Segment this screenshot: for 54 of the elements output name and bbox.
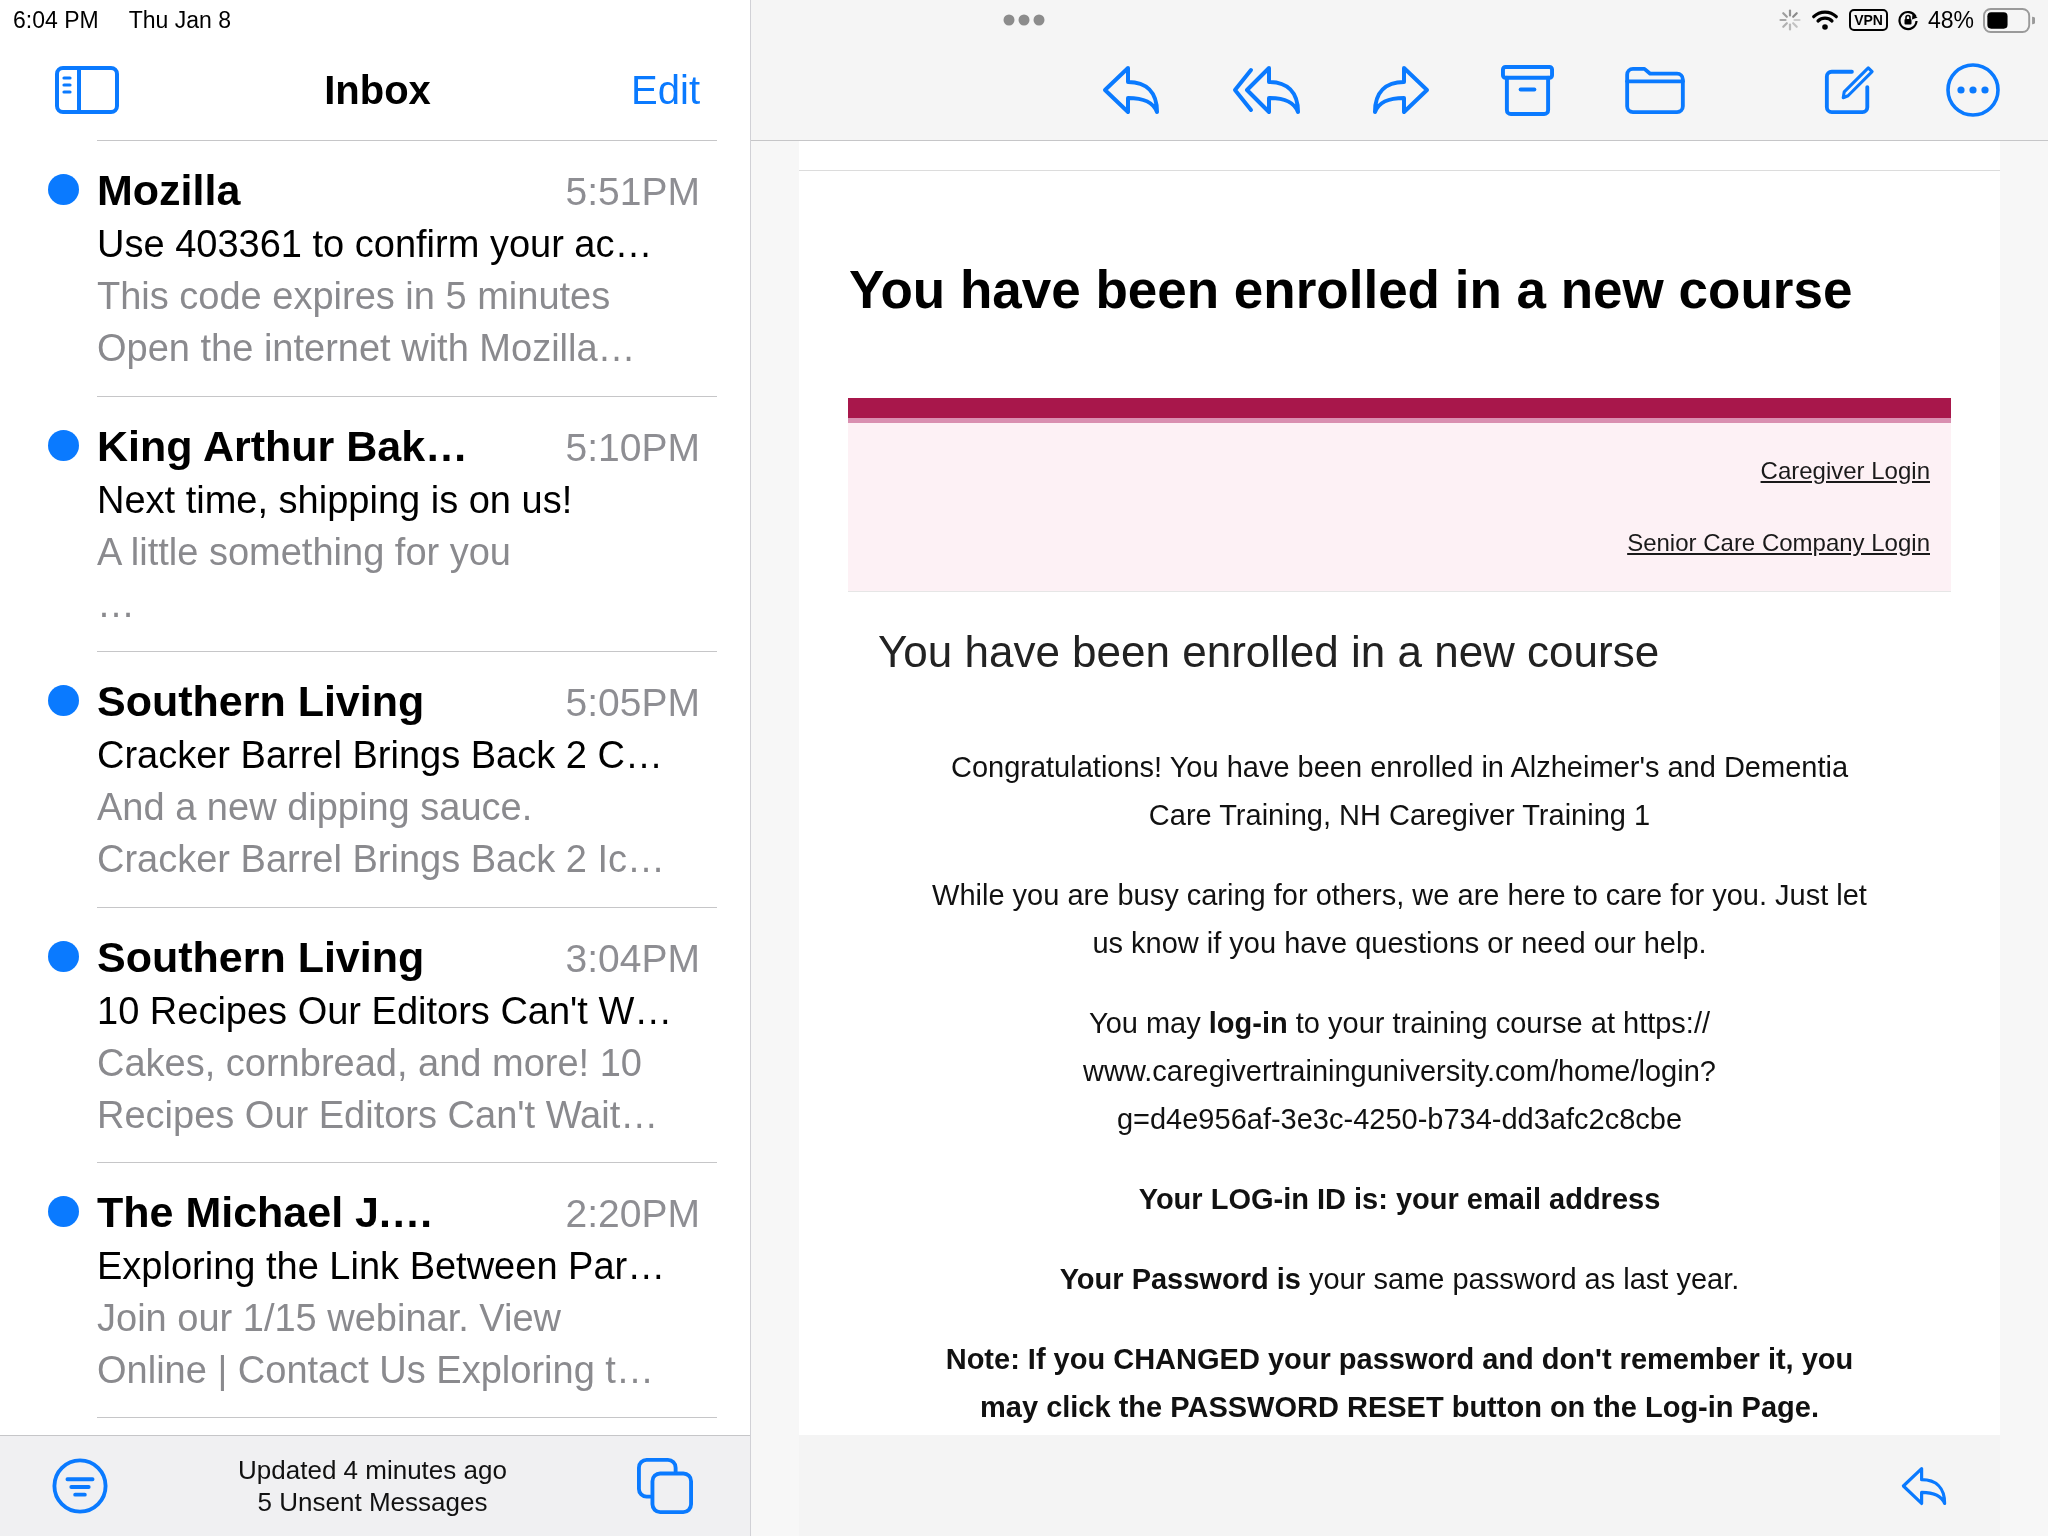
message-time: 5:10PM xyxy=(565,424,700,471)
status-date: Thu Jan 8 xyxy=(128,6,231,34)
edit-button[interactable]: Edit xyxy=(631,67,700,113)
login-link[interactable]: Caregiver Login xyxy=(1760,456,1930,486)
loading-spinner-icon xyxy=(1779,9,1802,31)
email-heading: You have been enrolled in a new course xyxy=(878,626,1660,678)
sender-name: Southern Living xyxy=(97,676,425,727)
status-time: 6:04 PM xyxy=(13,6,99,34)
sender-name: Mozilla xyxy=(97,165,241,216)
update-status-text: Updated 4 minutes ago xyxy=(238,1454,507,1486)
forward-icon[interactable] xyxy=(1372,65,1430,115)
message-time: 5:05PM xyxy=(565,680,700,726)
mailbox-title: Inbox xyxy=(324,67,431,113)
sender-name: Southern Living xyxy=(97,931,425,983)
battery-percentage: 48% xyxy=(1927,6,1974,34)
reply-all-icon[interactable] xyxy=(1231,65,1301,115)
more-icon[interactable] xyxy=(1946,63,2000,117)
message-time: 3:04PM xyxy=(565,935,700,982)
message-preview: Join our 1/15 webinar. View Online | Contact Us Exploring t… xyxy=(97,1296,654,1393)
compose-icon[interactable] xyxy=(1823,64,1875,116)
email-title: You have been enrolled in a new course xyxy=(849,260,1853,320)
message-subject: Exploring the Link Between Par… xyxy=(97,1244,666,1289)
login-link[interactable]: Senior Care Company Login xyxy=(1627,528,1930,558)
message-subject: Cracker Barrel Brings Back 2 C… xyxy=(97,733,663,778)
email-paragraph: Your Password is your same password as last year. xyxy=(1059,1262,1740,1297)
folder-icon[interactable] xyxy=(1625,66,1685,114)
message-preview: And a new dipping sauce. Cracker Barrel Brings Back 2 Ic… xyxy=(97,785,666,882)
archive-box-icon[interactable] xyxy=(1501,63,1554,117)
message-time: 2:20PM xyxy=(565,1191,700,1237)
message-preview: A little something for you … xyxy=(97,529,511,627)
wifi-icon xyxy=(1810,9,1841,31)
window-menu-icon[interactable] xyxy=(1003,14,1045,26)
message-preview: Cakes, cornbread, and more! 10 Recipes Our Editors Can't Wait… xyxy=(97,1040,659,1138)
message-time: 5:51PM xyxy=(565,169,700,215)
stacked-squares-icon[interactable] xyxy=(637,1458,693,1514)
email-paragraph: Note: If you CHANGED your password and don't remember it, you may click the PASSWORD RESET button on the Log-in Page. xyxy=(945,1342,1854,1425)
sender-name: King Arthur Bak… xyxy=(97,420,469,472)
filter-icon[interactable] xyxy=(52,1458,108,1514)
unsent-messages-text: 5 Unsent Messages xyxy=(257,1486,488,1518)
sender-name: The Michael J.… xyxy=(97,1187,434,1238)
message-subject: Use 403361 to confirm your ac… xyxy=(97,222,653,267)
email-paragraph: You may log-in to your training course at https:// www.caregivertraininguniversity.com/home/login? g=d4e956af-3e3c-4250-b734-dd3afc2c8cbe xyxy=(1083,1006,1716,1137)
rotation-lock-icon xyxy=(1896,9,1919,31)
message-preview: This code expires in 5 minutes Open the internet with Mozilla… xyxy=(97,274,636,371)
email-paragraph: Your LOG-in ID is: your email address xyxy=(1138,1182,1661,1217)
email-paragraph: Congratulations! You have been enrolled in Alzheimer's and Dementia Care Training, NH Caregiver Training 1 xyxy=(950,750,1849,833)
message-subject: Next time, shipping is on us! xyxy=(97,477,573,523)
email-paragraph: While you are busy caring for others, we are here to care for you. Just let us know if you have questions or need our help. xyxy=(932,878,1867,961)
reply-icon[interactable] xyxy=(1901,1465,1947,1506)
battery-icon xyxy=(1983,7,2035,33)
sidebar-icon[interactable] xyxy=(55,66,119,114)
vpn-status: VPN xyxy=(1849,9,1888,31)
reply-icon[interactable] xyxy=(1102,65,1160,115)
message-subject: 10 Recipes Our Editors Can't W… xyxy=(97,988,673,1034)
